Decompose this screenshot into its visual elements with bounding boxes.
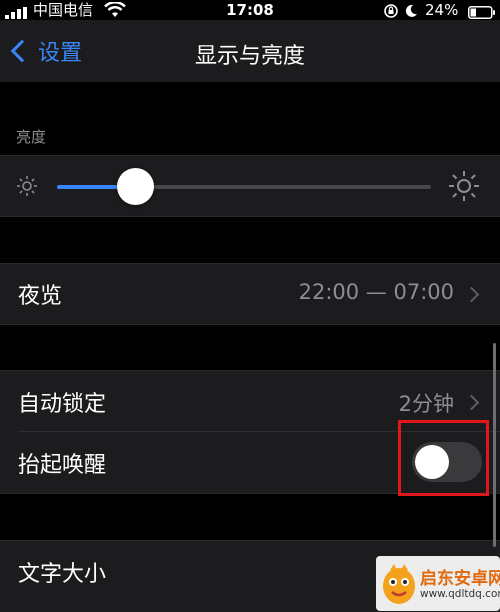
sun-large-icon <box>448 170 480 206</box>
watermark-logo: 启东安卓网 www.qdltdq.com <box>376 556 500 611</box>
highlight-annotation-box <box>398 420 489 496</box>
auto-lock-value: 2分钟 <box>398 392 454 416</box>
night-shift-schedule: 22:00 — 07:00 <box>298 280 454 304</box>
battery-percent: 24% <box>425 1 459 19</box>
page-title: 显示与亮度 <box>194 44 305 69</box>
watermark-mascot-icon <box>380 562 418 610</box>
night-shift-label: 夜览 <box>18 284 63 309</box>
brightness-section-label: 亮度 <box>16 128 47 146</box>
sun-small-icon <box>16 175 38 201</box>
watermark-url: www.qdltdq.com <box>420 588 500 600</box>
scrollbar[interactable] <box>493 343 496 547</box>
text-size-label: 文字大小 <box>18 562 107 587</box>
raise-to-wake-label: 抬起唤醒 <box>18 453 107 478</box>
status-bar: 中国电信 17:08 24% <box>0 0 500 20</box>
watermark-name: 启东安卓网 <box>420 569 500 589</box>
navigation-bar: 设置 显示与亮度 <box>0 20 500 82</box>
brightness-slider-thumb[interactable] <box>117 168 155 205</box>
auto-lock-label: 自动锁定 <box>18 392 107 417</box>
